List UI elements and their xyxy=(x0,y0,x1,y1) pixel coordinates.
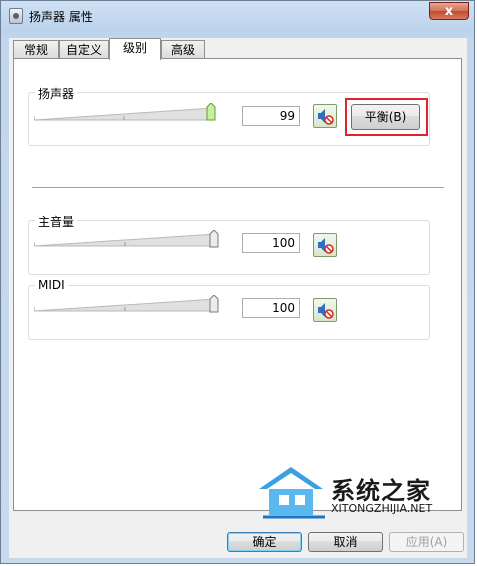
speaker-slider-track[interactable] xyxy=(34,107,214,121)
balance-highlight-box xyxy=(345,98,428,136)
cancel-button[interactable]: 取消 xyxy=(308,532,383,552)
watermark-url: XITONGZHIJIA.NET xyxy=(331,502,433,515)
speaker-slider-wedge xyxy=(34,107,214,121)
tab-custom[interactable]: 自定义 xyxy=(59,40,109,59)
house-logo-icon xyxy=(259,467,325,519)
speaker-label: 扬声器 xyxy=(35,85,78,102)
master-mute-icon xyxy=(318,238,334,254)
midi-level-input[interactable]: 100 xyxy=(242,298,300,318)
watermark-brand: 系统之家 xyxy=(331,477,431,505)
master-mute-button[interactable] xyxy=(313,233,337,257)
midi-label: MIDI xyxy=(35,278,68,292)
speaker-mute-icon xyxy=(318,109,334,125)
midi-mute-button[interactable] xyxy=(313,298,337,322)
window-title: 扬声器 属性 xyxy=(29,10,93,24)
levels-panel: 扬声器 99 平衡(B) 主音量 100 MIDI 100 xyxy=(13,58,462,511)
midi-mute-icon xyxy=(318,303,334,319)
midi-slider-track[interactable] xyxy=(34,298,216,312)
properties-window: 扬声器 属性 x 常规 自定义 级别 高级 扬声器 99 平衡(B) 主音量 1… xyxy=(0,0,475,564)
tab-general[interactable]: 常规 xyxy=(13,40,59,59)
close-button[interactable]: x xyxy=(429,2,469,20)
master-volume-label: 主音量 xyxy=(35,213,78,230)
speaker-mute-button[interactable] xyxy=(313,104,337,128)
speaker-slider-thumb[interactable] xyxy=(206,103,216,121)
master-volume-group: 主音量 xyxy=(28,213,430,275)
close-icon: x xyxy=(444,4,454,19)
speaker-level-input[interactable]: 99 xyxy=(242,106,300,126)
ok-button[interactable]: 确定 xyxy=(227,532,302,552)
speaker-device-icon xyxy=(9,8,23,24)
master-slider-wedge xyxy=(34,233,216,247)
master-level-input[interactable]: 100 xyxy=(242,233,300,253)
watermark-logo: 系统之家 XITONGZHIJIA.NET xyxy=(251,461,456,521)
master-slider-track[interactable] xyxy=(34,233,216,247)
apply-button[interactable]: 应用(A) xyxy=(389,532,464,552)
tab-levels[interactable]: 级别 xyxy=(109,38,161,60)
midi-slider-wedge xyxy=(34,298,216,312)
midi-slider-thumb[interactable] xyxy=(209,295,219,313)
master-slider-thumb[interactable] xyxy=(209,230,219,248)
title-bar[interactable]: 扬声器 属性 x xyxy=(1,1,474,31)
midi-group: MIDI xyxy=(28,278,430,340)
section-divider xyxy=(32,187,444,189)
tab-advanced[interactable]: 高级 xyxy=(161,40,205,59)
